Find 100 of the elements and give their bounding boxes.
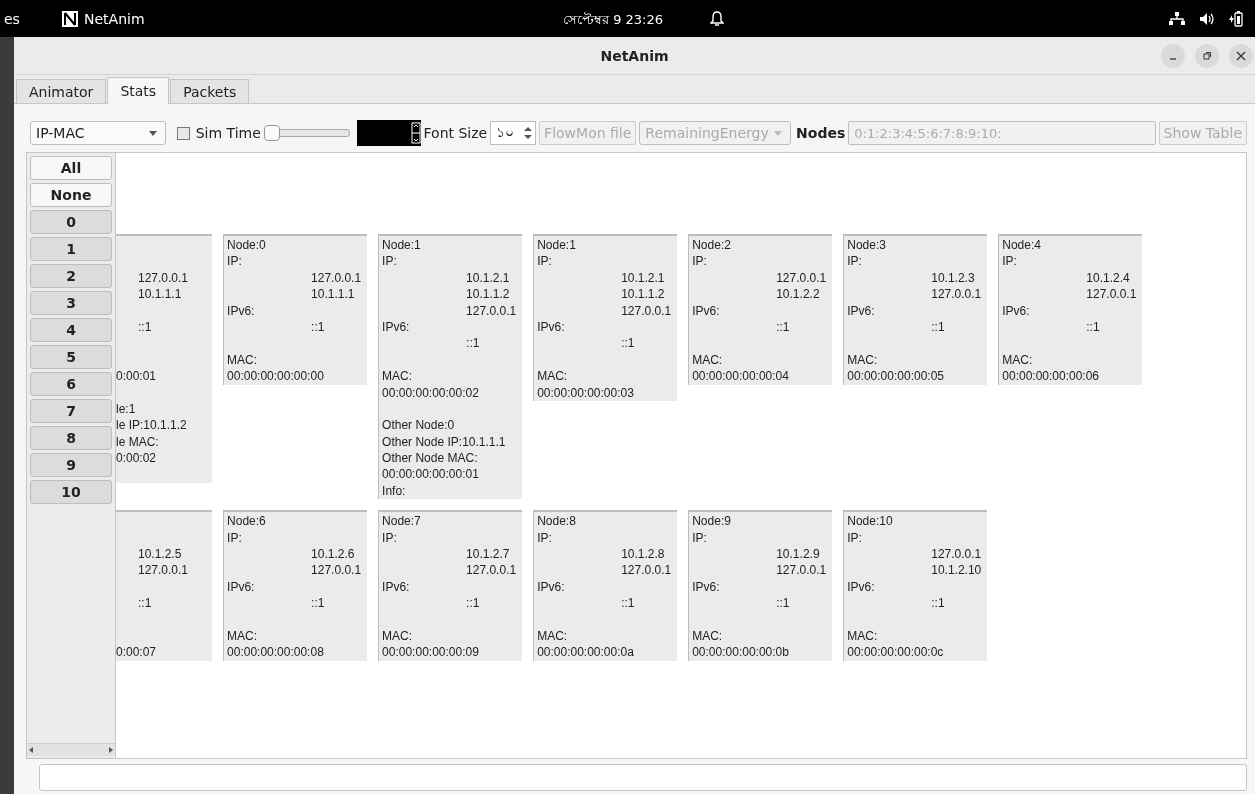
card-text: Node:3 xyxy=(847,237,887,254)
volume-icon[interactable] xyxy=(1199,11,1215,26)
card-text: 00:00:00:00:00:06 xyxy=(1002,368,1101,385)
card-value: 10.1.2.4 xyxy=(1086,270,1130,285)
close-button[interactable] xyxy=(1229,44,1253,68)
card-value: 127.0.0.1 xyxy=(1086,287,1137,302)
card-text: MAC: xyxy=(227,628,259,645)
card-text: Node:10 xyxy=(847,513,894,530)
dropdown-arrow-icon xyxy=(148,130,157,136)
card-text: MAC: xyxy=(537,368,569,385)
node-toggle-button[interactable]: 9 xyxy=(30,453,112,477)
card-value: ::1 xyxy=(776,319,790,334)
card-text: 0:00:07 xyxy=(116,644,158,661)
node-toggle-button[interactable]: 2 xyxy=(30,264,112,288)
clock-label[interactable]: সেপ্টেম্বর 9 23:26 xyxy=(563,10,663,31)
network-icon[interactable] xyxy=(1169,11,1185,26)
card-value: 10.1.2.10 xyxy=(931,563,982,578)
card-value: 127.0.0.1 xyxy=(621,303,672,318)
node-toggle-button[interactable]: 0 xyxy=(30,210,112,234)
card-value: 10.1.2.8 xyxy=(621,547,665,562)
card-text: MAC: xyxy=(382,368,414,385)
app-logo-icon xyxy=(62,10,78,27)
card-value: 127.0.0.1 xyxy=(466,563,517,578)
card-text: IPv6: xyxy=(692,302,721,319)
card-text: IPv6: xyxy=(692,578,721,596)
mode-dropdown[interactable]: IP-MAC xyxy=(30,121,166,145)
card-value: 127.0.0.1 xyxy=(776,270,827,285)
card-text: IP: xyxy=(692,253,708,270)
card-value: 127.0.0.1 xyxy=(311,270,362,285)
restore-button[interactable] xyxy=(1195,44,1219,68)
card-text: IP: xyxy=(847,253,863,270)
card-value: ::1 xyxy=(1086,319,1100,334)
card-text: MAC: xyxy=(692,628,724,645)
card-text: IP: xyxy=(847,529,863,547)
node-filter-button[interactable]: None xyxy=(30,183,112,207)
card-text: Node:1 xyxy=(537,237,577,254)
card-text: le:1 xyxy=(116,400,137,418)
card-text: 00:00:00:00:00:0a xyxy=(537,644,635,661)
card-text: 00:00:00:00:00:0b xyxy=(692,644,790,661)
card-value: 10.1.1.2 xyxy=(621,287,665,302)
card-text: 00:00:00:00:00:01 xyxy=(382,466,480,483)
node-toggle-button[interactable]: 4 xyxy=(30,318,112,342)
activities-label[interactable]: es xyxy=(4,10,54,27)
card-text: IP: xyxy=(537,529,553,547)
card-text: IP: xyxy=(227,529,243,547)
card-text: 00:00:00:00:00:00 xyxy=(227,368,325,385)
card-text: Node:4 xyxy=(1002,237,1042,254)
node-toggle-button[interactable]: 5 xyxy=(30,345,112,369)
card-text: IP: xyxy=(382,253,398,270)
card-text: Node:1 xyxy=(382,237,422,254)
card-value: ::1 xyxy=(138,596,152,611)
card-text: IP: xyxy=(382,529,398,547)
node-toggle-button[interactable]: 3 xyxy=(30,291,112,315)
card-text: Node:7 xyxy=(382,513,422,530)
bell-icon[interactable] xyxy=(710,11,724,27)
card-text: IPv6: xyxy=(227,302,256,319)
card-text: MAC: xyxy=(847,351,879,369)
time-spinbox[interactable] xyxy=(356,120,421,146)
sim-time-label: Sim Time xyxy=(195,125,261,141)
card-text: Other Node IP:10.1.1.1 xyxy=(382,433,507,451)
scroll-right-icon[interactable] xyxy=(107,746,115,754)
card-text: IP: xyxy=(692,529,708,547)
node-toggle-button[interactable]: 6 xyxy=(30,372,112,396)
scroll-left-icon[interactable] xyxy=(27,746,35,754)
checkbox[interactable] xyxy=(176,126,190,140)
card-text: IPv6: xyxy=(382,578,411,596)
horizontal-scrollbar[interactable] xyxy=(27,743,115,756)
card-value: 127.0.0.1 xyxy=(138,563,189,578)
battery-icon[interactable] xyxy=(1229,10,1243,27)
tab[interactable]: Animator xyxy=(16,79,107,103)
node-toggle-button[interactable]: 10 xyxy=(30,480,112,504)
tab[interactable]: Packets xyxy=(170,79,250,103)
card-text: IPv6: xyxy=(847,578,876,596)
app-menu-label[interactable]: NetAnim xyxy=(84,10,145,27)
nodes-label: Nodes xyxy=(796,125,846,141)
card-value: 127.0.0.1 xyxy=(311,563,362,578)
card-text: MAC: xyxy=(692,351,724,369)
card-value: ::1 xyxy=(466,596,480,611)
status-field[interactable] xyxy=(39,764,1247,791)
node-filter-button[interactable]: All xyxy=(30,156,112,180)
card-value: 10.1.2.7 xyxy=(466,547,510,562)
node-toggle-button[interactable]: 8 xyxy=(30,426,112,450)
node-toggle-button[interactable]: 7 xyxy=(30,399,112,423)
card-text: 00:00:00:00:00:04 xyxy=(692,368,790,385)
node-toggle-button[interactable]: 1 xyxy=(30,237,112,261)
card-text: IPv6: xyxy=(537,578,566,596)
card-value: ::1 xyxy=(931,319,945,334)
card-value: 127.0.0.1 xyxy=(931,547,982,562)
spin-arrows-icon xyxy=(524,126,533,140)
card-value: 10.1.2.1 xyxy=(621,270,665,285)
card-text: Other Node MAC: xyxy=(382,450,479,467)
tab[interactable]: Stats xyxy=(107,77,170,104)
font-size-spinbox[interactable]: ১০ xyxy=(490,121,537,145)
card-value: 10.1.1.2 xyxy=(466,287,510,302)
restore-icon xyxy=(1202,51,1212,61)
window-title: NetAnim xyxy=(600,47,669,64)
card-value: ::1 xyxy=(621,596,635,611)
font-size-label: Font Size xyxy=(423,125,488,141)
card-text: MAC: xyxy=(382,628,414,645)
card-text: 00:00:00:00:00:0c xyxy=(847,644,945,661)
